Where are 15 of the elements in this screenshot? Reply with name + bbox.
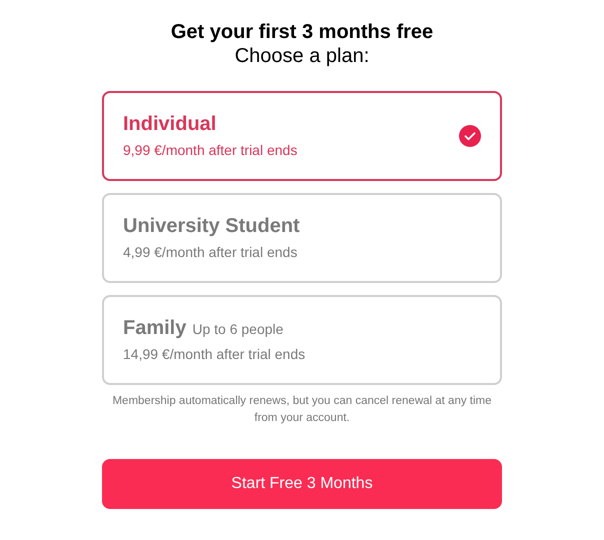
- plan-option[interactable]: Family Up to 6 people 14,99 €/month after trial ends: [102, 295, 502, 385]
- plan-name: Family: [123, 316, 186, 340]
- checkmark-icon: [459, 125, 481, 147]
- start-button[interactable]: Start Free 3 Months: [102, 459, 502, 509]
- plan-price: 14,99 €/month after trial ends: [123, 344, 306, 364]
- plan-note: Up to 6 people: [192, 320, 284, 339]
- plan-price: 4,99 €/month after trial ends: [123, 242, 298, 262]
- plan-option[interactable]: Individual 9,99 €/month after trial ends: [102, 91, 502, 181]
- plan-name: University Student: [123, 214, 300, 238]
- disclaimer-text: Membership automatically renews, but you can cancel renewal at any time from your account.: [111, 394, 493, 426]
- plan-name: Individual: [123, 112, 216, 136]
- page-title: Get your first 3 months free: [170, 20, 434, 44]
- page-subtitle: Choose a plan:: [234, 44, 370, 68]
- plan-option[interactable]: University Student 4,99 €/month after trial ends: [102, 193, 502, 283]
- plan-price: 9,99 €/month after trial ends: [123, 140, 298, 160]
